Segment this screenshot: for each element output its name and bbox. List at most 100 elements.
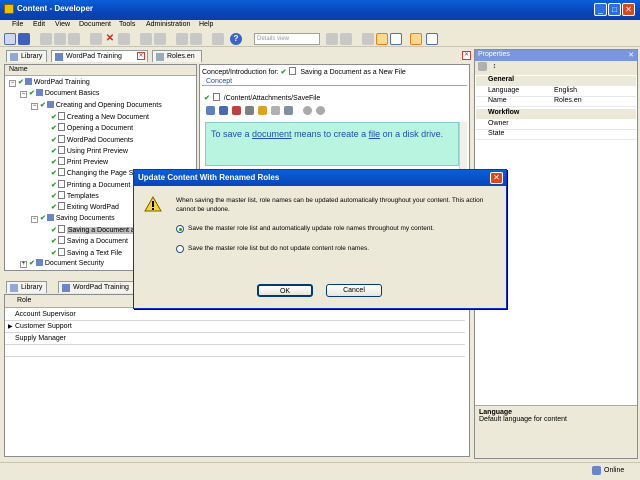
document-link[interactable]: document xyxy=(252,129,292,139)
property-category-workflow[interactable]: Workflow xyxy=(476,109,636,119)
media-icon[interactable] xyxy=(232,106,241,115)
save-icon[interactable] xyxy=(18,33,30,45)
close-tab-icon[interactable]: ✕ xyxy=(137,52,145,60)
indent-icon[interactable] xyxy=(176,33,188,45)
file-link[interactable]: file xyxy=(369,129,381,139)
dialog-close-button[interactable]: ✕ xyxy=(490,172,503,184)
tree-item[interactable]: − ✔ Creating and Opening Documents xyxy=(31,100,162,112)
tree-item[interactable]: − ✔ WordPad Training xyxy=(9,78,90,89)
update-roles-radio[interactable] xyxy=(176,225,184,233)
no-update-label[interactable]: Save the master role list but do not upd… xyxy=(188,245,369,252)
menu-edit[interactable]: Edit xyxy=(33,21,45,28)
cut-icon[interactable] xyxy=(40,33,52,45)
tree-item[interactable]: ✔ Opening a Document xyxy=(42,123,133,134)
delete-icon[interactable]: ✕ xyxy=(104,33,116,45)
new-icon[interactable] xyxy=(4,33,16,45)
layout-icon-1[interactable] xyxy=(376,33,388,45)
tree-item[interactable]: ✔ Saving a Text File xyxy=(42,247,122,259)
close-document-icon[interactable]: ✕ xyxy=(462,51,471,60)
maximize-button[interactable]: □ xyxy=(608,3,621,16)
tree-item[interactable]: ✔ Creating a New Document xyxy=(42,111,149,123)
forward-icon[interactable] xyxy=(316,106,325,115)
property-owner[interactable]: Owner xyxy=(476,120,636,130)
back-icon[interactable] xyxy=(303,106,312,115)
update-roles-label[interactable]: Save the master role list and automatica… xyxy=(188,225,434,232)
properties-icon[interactable] xyxy=(118,33,130,45)
role-row[interactable]: Account Supervisor xyxy=(5,309,465,321)
menu-file[interactable]: File xyxy=(12,21,23,28)
document-icon xyxy=(57,224,65,233)
properties-close-icon[interactable]: ✕ xyxy=(628,51,634,59)
menu-view[interactable]: View xyxy=(55,21,70,28)
layout-icon-4[interactable] xyxy=(426,33,438,45)
tree-item[interactable]: ✔ Exiting WordPad xyxy=(42,202,119,213)
undo-icon[interactable] xyxy=(140,33,152,45)
redo-icon[interactable] xyxy=(154,33,166,45)
cancel-button[interactable]: Cancel xyxy=(326,284,382,297)
view-select[interactable]: Details view xyxy=(254,33,320,45)
sort-alpha-icon[interactable]: ↕ xyxy=(490,62,499,71)
edit-icon[interactable] xyxy=(258,106,267,115)
view-icon-3[interactable] xyxy=(362,33,374,45)
tree-item[interactable]: ✔ Templates xyxy=(42,191,99,202)
help-icon[interactable]: ? xyxy=(230,33,242,45)
library-icon xyxy=(10,53,18,61)
ok-button[interactable]: OK xyxy=(257,284,313,297)
preview-icon[interactable] xyxy=(284,106,293,115)
tree-item[interactable]: + ✔ Document Security xyxy=(20,258,104,270)
categorized-icon[interactable] xyxy=(478,62,487,71)
document-icon xyxy=(289,67,297,75)
property-state[interactable]: State xyxy=(476,130,636,140)
view-icon-2[interactable] xyxy=(340,33,352,45)
book-icon xyxy=(35,258,43,266)
expand-icon[interactable]: − xyxy=(20,91,27,99)
tree-item[interactable]: ✔ Saving a Document xyxy=(42,236,128,247)
attachment-icon xyxy=(212,93,220,101)
view-icon-1[interactable] xyxy=(326,33,338,45)
outdent-icon[interactable] xyxy=(190,33,202,45)
tab-roles-en[interactable]: Roles.en xyxy=(152,50,202,62)
close-button[interactable]: ✕ xyxy=(622,3,635,16)
tab-library-bottom[interactable]: Library xyxy=(6,281,48,293)
property-language[interactable]: Language English xyxy=(476,87,636,97)
layout-icon-2[interactable] xyxy=(390,33,402,45)
menu-document[interactable]: Document xyxy=(79,21,111,28)
property-name[interactable]: Name Roles.en xyxy=(476,97,636,107)
find-icon[interactable] xyxy=(212,33,224,45)
tree-item[interactable]: ✔ Using Print Preview xyxy=(42,145,128,157)
expand-icon[interactable]: − xyxy=(31,215,38,223)
menu-tools[interactable]: Tools xyxy=(119,21,135,28)
layout-icon-3[interactable] xyxy=(410,33,422,45)
no-update-radio[interactable] xyxy=(176,245,184,253)
new-role-row[interactable] xyxy=(5,345,465,357)
menu-help[interactable]: Help xyxy=(199,21,213,28)
move-icon[interactable] xyxy=(90,33,102,45)
breadcrumb-document[interactable]: Saving a Document as a New File xyxy=(300,69,405,76)
tab-wordpad-training-bottom[interactable]: WordPad Training xyxy=(58,281,138,293)
tab-library[interactable]: Library xyxy=(6,50,48,62)
tree-item[interactable]: − ✔ Document Basics xyxy=(20,89,99,100)
property-category-general[interactable]: General xyxy=(476,76,636,86)
settings-icon[interactable] xyxy=(271,106,280,115)
tab-wordpad-training[interactable]: WordPad Training ✕ xyxy=(51,50,148,62)
role-row[interactable]: ▶ Customer Support xyxy=(5,321,465,333)
tree-item[interactable]: ✔ Changing the Page S xyxy=(42,168,133,179)
tree-item[interactable]: ✔ Print Preview xyxy=(42,157,108,168)
concept-scrollbar[interactable] xyxy=(459,122,467,170)
minimize-button[interactable]: _ xyxy=(594,3,607,16)
attach-icon[interactable] xyxy=(245,106,254,115)
concept-text[interactable]: To save a document means to create a fil… xyxy=(205,122,459,166)
menu-administration[interactable]: Administration xyxy=(146,21,190,28)
copy-icon[interactable] xyxy=(54,33,66,45)
expand-icon[interactable]: − xyxy=(31,102,38,110)
link-icon[interactable] xyxy=(206,106,215,115)
role-row[interactable]: Supply Manager xyxy=(5,333,465,345)
expand-icon[interactable]: − xyxy=(9,80,16,87)
tree-item[interactable]: − ✔ Saving Documents xyxy=(31,213,115,225)
paste-icon[interactable] xyxy=(68,33,80,45)
tree-item[interactable]: ✔ Printing a Document xyxy=(42,179,130,191)
image-icon[interactable] xyxy=(219,106,228,115)
tree-item[interactable]: ✔ Saving a Document a xyxy=(42,224,136,236)
tree-item[interactable]: ✔ WordPad Documents xyxy=(42,134,133,146)
expand-icon[interactable]: + xyxy=(20,260,27,268)
